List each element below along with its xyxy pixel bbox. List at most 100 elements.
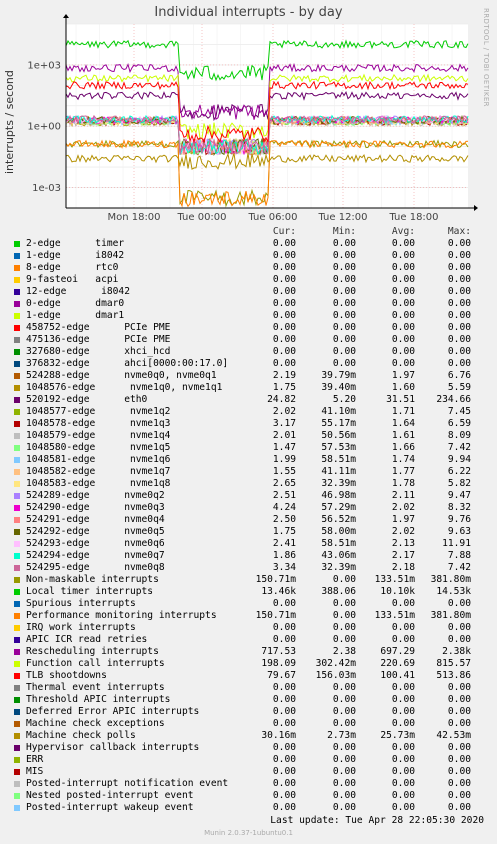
series-swatch (14, 385, 20, 391)
series-label: Performance monitoring interrupts (26, 610, 217, 621)
legend-row: 1048577-edge nvme1q2 2.02 41.10m 1.71 7.45 (0, 406, 497, 418)
series-max-value: 0.00 (447, 298, 471, 309)
series-swatch (14, 757, 20, 763)
legend-row: 2-edge timer 0.00 0.00 0.00 0.00 (0, 238, 497, 250)
legend-row: APIC ICR read retries 0.00 0.00 0.00 0.00 (0, 634, 497, 646)
series-max-value: 0.00 (447, 358, 471, 369)
legend-row: 524288-edge nvme0q0, nvme0q1 2.19 39.79m 1.… (0, 370, 497, 382)
legend-row: Performance monitoring interrupts 150.71m… (0, 610, 497, 622)
legend-row: 327680-edge xhci_hcd 0.00 0.00 0.00 0.00 (0, 346, 497, 358)
series-label: TLB shootdowns (26, 670, 107, 681)
series-max-value: 513.86 (436, 670, 471, 681)
series-label: 1-edge i8042 (26, 250, 125, 261)
legend-row: 524289-edge nvme0q2 2.51 46.98m 2.11 9.47 (0, 490, 497, 502)
series-max-value: 0.00 (447, 262, 471, 273)
series-max-value: 0.00 (447, 790, 471, 801)
series-max-value: 0.00 (447, 706, 471, 717)
series-label: Machine check polls (26, 730, 136, 741)
series-label: Rescheduling interrupts (26, 646, 159, 657)
series-swatch (14, 589, 20, 595)
series-swatch (14, 541, 20, 547)
series-max-value: 0.00 (447, 766, 471, 777)
legend-row: Thermal event interrupts 0.00 0.00 0.00 0.00 (0, 682, 497, 694)
series-max-value: 7.45 (447, 406, 471, 417)
legend-row: 12-edge i8042 0.00 0.00 0.00 0.00 (0, 286, 497, 298)
series-max-value: 0.00 (447, 238, 471, 249)
series-max-value: 0.00 (447, 622, 471, 633)
series-max-value: 381.80m (430, 574, 471, 585)
series-max-value: 0.00 (447, 778, 471, 789)
series-label: 524291-edge nvme0q4 (26, 514, 165, 525)
series-label: Posted-interrupt notification event (26, 778, 229, 789)
legend-row: 1048583-edge nvme1q8 2.65 32.39m 1.78 5.82 (0, 478, 497, 490)
series-max-value: 6.59 (447, 418, 471, 429)
legend-row: 524294-edge nvme0q7 1.86 43.06m 2.17 7.88 (0, 550, 497, 562)
series-swatch (14, 565, 20, 571)
series-label: 520192-edge eth0 (26, 394, 148, 405)
series-max-value: 9.94 (447, 454, 471, 465)
series-max-value: 0.00 (447, 274, 471, 285)
series-label: 1048583-edge nvme1q8 (26, 478, 171, 489)
series-label: 1048581-edge nvme1q6 (26, 454, 171, 465)
legend-row: 520192-edge eth0 24.82 5.20 31.51 234.66 (0, 394, 497, 406)
series-max-value: 8.09 (447, 430, 471, 441)
legend-row: Posted-interrupt wakeup event 0.00 0.00 0.0… (0, 802, 497, 814)
x-tick-label: Tue 00:00 (176, 212, 226, 223)
legend-row: 1048579-edge nvme1q4 2.01 50.56m 1.61 8.09 (0, 430, 497, 442)
series-label: 1048579-edge nvme1q4 (26, 430, 171, 441)
x-tick-label: Tue 06:00 (247, 212, 297, 223)
series-swatch (14, 349, 20, 355)
y-tick-label: 1e+03 (27, 60, 61, 71)
series-label: 1048582-edge nvme1q7 (26, 466, 171, 477)
series-label: Function call interrupts (26, 658, 165, 669)
series-max-value: 9.76 (447, 514, 471, 525)
series-label: 475136-edge PCIe PME (26, 334, 171, 345)
legend-row: 9-fasteoi acpi 0.00 0.00 0.00 0.00 (0, 274, 497, 286)
series-label: 524288-edge nvme0q0, nvme0q1 (26, 370, 217, 381)
series-max-value: 0.00 (447, 346, 471, 357)
series-swatch (14, 469, 20, 475)
legend-row: ERR 0.00 0.00 0.00 0.00 (0, 754, 497, 766)
series-label: 524295-edge nvme0q8 (26, 562, 165, 573)
series-swatch (14, 745, 20, 751)
legend-row: 1048581-edge nvme1q6 1.99 58.51m 1.74 9.94 (0, 454, 497, 466)
series-swatch (14, 265, 20, 271)
series-label: 458752-edge PCIe PME (26, 322, 171, 333)
legend-row: 1048576-edge nvme1q0, nvme1q1 1.75 39.40m 1… (0, 382, 497, 394)
series-swatch (14, 337, 20, 343)
series-swatch (14, 673, 20, 679)
series-max-value: 0.00 (447, 802, 471, 813)
legend-row: Non-maskable interrupts 150.71m 0.00 133.51… (0, 574, 497, 586)
legend-row: 1048582-edge nvme1q7 1.55 41.11m 1.77 6.22 (0, 466, 497, 478)
series-max-value: 0.00 (447, 718, 471, 729)
legend-row: 524290-edge nvme0q3 4.24 57.29m 2.02 8.32 (0, 502, 497, 514)
series-max-value: 9.47 (447, 490, 471, 501)
series-max-value: 381.80m (430, 610, 471, 621)
legend-header: Cur: Min: Avg: Max: (0, 226, 497, 238)
series-swatch (14, 697, 20, 703)
series-max-value: 7.42 (447, 442, 471, 453)
series-swatch (14, 313, 20, 319)
legend-row: Rescheduling interrupts 717.53 2.38 697.29 2… (0, 646, 497, 658)
series-swatch (14, 553, 20, 559)
series-label: 524292-edge nvme0q5 (26, 526, 165, 537)
series-swatch (14, 361, 20, 367)
series-swatch (14, 481, 20, 487)
legend-row: 475136-edge PCIe PME 0.00 0.00 0.00 0.00 (0, 334, 497, 346)
series-swatch (14, 505, 20, 511)
series-label: Deferred Error APIC interrupts (26, 706, 200, 717)
series-swatch (14, 685, 20, 691)
series-label: 1048580-edge nvme1q5 (26, 442, 171, 453)
series-max-value: 0.00 (447, 322, 471, 333)
series-swatch (14, 805, 20, 811)
series-max-value: 0.00 (447, 310, 471, 321)
series-swatch (14, 649, 20, 655)
series-max-value: 0.00 (447, 334, 471, 345)
series-label: Spurious interrupts (26, 598, 136, 609)
series-max-value: 5.82 (447, 478, 471, 489)
legend-row: 524295-edge nvme0q8 3.34 32.39m 2.18 7.42 (0, 562, 497, 574)
munin-version: Munin 2.0.37-1ubuntu0.1 (204, 829, 293, 837)
series-label: APIC ICR read retries (26, 634, 148, 645)
y-tick-label: 1e+00 (27, 122, 61, 133)
series-max-value: 0.00 (447, 286, 471, 297)
